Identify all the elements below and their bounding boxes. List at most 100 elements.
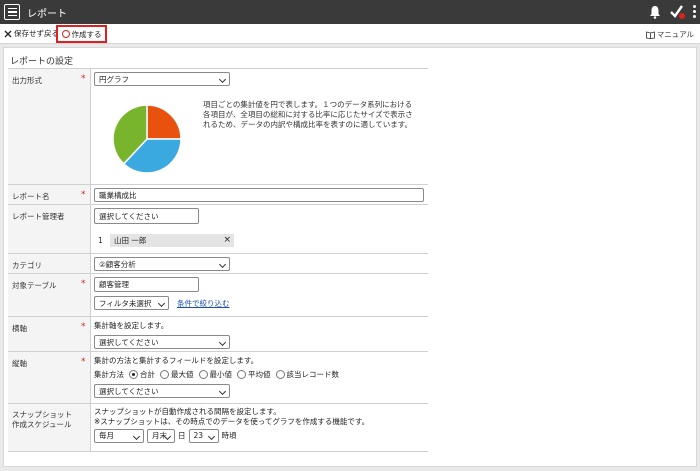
report-name-value: 職業構成比 — [99, 190, 137, 200]
report-manager-placeholder: 選択してください — [99, 211, 159, 221]
manager-name: 山田 一郎 — [114, 236, 147, 245]
output-format-value: 円グラフ — [99, 74, 129, 84]
row-horizontal-axis: 横軸 * 集計軸を設定します。 選択してください — [8, 317, 428, 352]
report-name-input[interactable]: 職業構成比 — [94, 188, 424, 202]
horizontal-axis-placeholder: 選択してください — [99, 337, 159, 347]
pie-chart-preview — [112, 104, 182, 174]
radio-avg[interactable]: 平均値 — [237, 369, 271, 380]
chevron-down-icon — [207, 432, 215, 441]
aggregation-method-label: 集計方法 — [94, 370, 124, 379]
discard-button[interactable]: 保存せず戻る — [4, 28, 59, 39]
manager-index: 1 — [98, 236, 103, 245]
required-mark: * — [81, 279, 86, 289]
row-category: カテゴリ ②顧客分析 — [8, 254, 428, 274]
circle-icon — [61, 30, 70, 38]
chevron-down-icon — [218, 260, 227, 269]
snapshot-frequency-select[interactable]: 毎月 — [94, 429, 144, 443]
manual-button[interactable]: マニュアル — [645, 29, 694, 40]
target-table-input[interactable]: 顧客管理 — [94, 277, 199, 292]
vertical-axis-placeholder: 選択してください — [99, 386, 159, 396]
category-label: カテゴリ — [12, 261, 42, 270]
report-manager-label: レポート管理者 — [12, 212, 65, 221]
filter-value: フィルタ未選択 — [99, 298, 152, 308]
row-output-format: 出力形式 * 円グラフ 項目ごとの集計値を円で表します。１つのデータ系列における各… — [8, 69, 428, 185]
label-vertical-axis: 縦軸 * — [8, 352, 91, 403]
output-format-label: 出力形式 — [12, 76, 42, 85]
create-label: 作成する — [71, 29, 102, 39]
vertical-axis-label: 縦軸 — [12, 359, 27, 368]
snapshot-hint-2: ※スナップショットは、その時点でのデータを使ってグラフを作成する機能です。 — [94, 417, 370, 426]
page-title: レポート — [27, 8, 67, 20]
aggregation-method-group: 集計方法 合計 最大値 最小値 平均値 該当レコード数 — [94, 369, 425, 380]
chevron-down-icon — [157, 299, 166, 308]
notification-dot — [679, 13, 685, 19]
chevron-down-icon — [132, 432, 141, 441]
required-mark: * — [81, 357, 86, 367]
radio-min[interactable]: 最小値 — [198, 369, 233, 380]
filter-link[interactable]: 条件で絞り込む — [177, 298, 230, 309]
radio-label: 平均値 — [248, 370, 271, 379]
report-form: 出力形式 * 円グラフ 項目ごとの集計値を円で表します。１つのデータ系列における各… — [8, 68, 428, 452]
bell-icon[interactable] — [649, 5, 661, 19]
required-mark: * — [81, 322, 86, 332]
target-table-label: 対象テーブル — [12, 281, 57, 290]
radio-label: 該当レコード数 — [286, 370, 340, 379]
snapshot-label-2: 作成スケジュール — [12, 420, 72, 429]
snapshot-hint-1: スナップショットが自動作成される間隔を設定します。 — [94, 407, 281, 416]
section-title: レポートの設定 — [10, 57, 74, 67]
snapshot-hour-select[interactable]: 23 — [188, 429, 219, 443]
day-suffix: 日 — [178, 431, 186, 440]
output-format-description: 項目ごとの集計値を円で表します。１つのデータ系列における各項目が、全項目の総和に… — [203, 100, 413, 129]
label-output-format: 出力形式 * — [8, 69, 91, 184]
more-options-icon[interactable] — [692, 5, 696, 18]
snapshot-hour-value: 23 — [193, 431, 204, 440]
required-mark: * — [81, 74, 86, 84]
radio-label: 最小値 — [209, 370, 233, 379]
snapshot-label-1: スナップショット — [12, 410, 72, 419]
app-header: レポート — [0, 0, 700, 24]
settings-panel: レポートの設定 出力形式 * 円グラフ 項目ごとの集計値を円で表します。１つのデー… — [3, 47, 697, 467]
manual-label: マニュアル — [656, 30, 694, 39]
horizontal-axis-hint: 集計軸を設定します。 — [94, 321, 169, 330]
radio-label: 最大値 — [171, 370, 194, 379]
vertical-axis-hint: 集計の方法と集計するフィールドを設定します。 — [94, 356, 259, 365]
remove-icon[interactable]: × — [223, 234, 231, 247]
label-category: カテゴリ — [8, 254, 91, 273]
row-target-table: 対象テーブル * 顧客管理 フィルタ未選択 条件で絞り込む — [8, 274, 428, 317]
manager-chip: 山田 一郎 × — [110, 234, 234, 247]
report-manager-picker[interactable]: 選択してください — [94, 208, 199, 224]
close-icon — [4, 30, 12, 37]
menu-icon[interactable] — [4, 4, 20, 20]
snapshot-frequency-value: 毎月 — [99, 431, 114, 440]
chevron-down-icon — [218, 338, 227, 347]
hour-suffix: 時頃 — [221, 431, 237, 440]
toolbar: 保存せず戻る 作成する マニュアル — [0, 24, 700, 44]
checkmark-icon[interactable] — [669, 4, 685, 19]
snapshot-day-select[interactable]: 月末 — [147, 429, 175, 443]
vertical-axis-select[interactable]: 選択してください — [94, 384, 230, 398]
discard-label: 保存せず戻る — [14, 29, 59, 38]
label-report-name: レポート名 * — [8, 185, 91, 204]
filter-select[interactable]: フィルタ未選択 — [94, 296, 169, 310]
report-name-label: レポート名 — [12, 192, 50, 201]
chevron-down-icon — [218, 75, 227, 84]
target-table-value: 顧客管理 — [99, 280, 129, 289]
category-select[interactable]: ②顧客分析 — [94, 257, 230, 271]
label-target-table: 対象テーブル * — [8, 274, 91, 316]
row-report-manager: レポート管理者 選択してください 1 山田 一郎 × — [8, 205, 428, 254]
output-format-select[interactable]: 円グラフ — [94, 72, 230, 86]
pie-slice — [146, 104, 182, 140]
category-value: ②顧客分析 — [99, 259, 136, 269]
horizontal-axis-select[interactable]: 選択してください — [94, 335, 230, 349]
horizontal-axis-label: 横軸 — [12, 324, 27, 333]
row-report-name: レポート名 * 職業構成比 — [8, 185, 428, 205]
radio-count[interactable]: 該当レコード数 — [275, 369, 340, 380]
radio-sum[interactable]: 合計 — [129, 369, 155, 380]
label-report-manager: レポート管理者 — [8, 205, 91, 253]
chevron-down-icon — [218, 387, 227, 396]
radio-max[interactable]: 最大値 — [160, 369, 194, 380]
radio-label: 合計 — [140, 370, 155, 379]
row-snapshot: スナップショット 作成スケジュール スナップショットが自動作成される間隔を設定し… — [8, 404, 428, 452]
create-button[interactable]: 作成する — [56, 25, 107, 43]
label-snapshot: スナップショット 作成スケジュール — [8, 404, 91, 451]
